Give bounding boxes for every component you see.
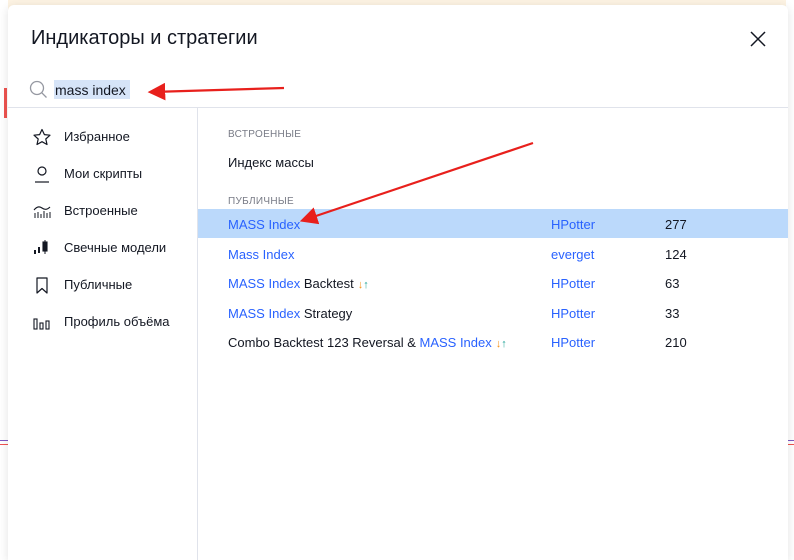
- section-header-public: ПУБЛИЧНЫЕ: [228, 196, 294, 207]
- volume-profile-icon: [33, 318, 50, 330]
- public-result-row[interactable]: MASS Index HPotter 277: [198, 209, 788, 238]
- section-header-builtin: ВСТРОЕННЫЕ: [228, 129, 302, 140]
- public-result-row[interactable]: Mass Index everget 124: [198, 239, 788, 268]
- result-name: MASS Index Backtest ↓↑: [228, 276, 369, 291]
- chart-candle: [4, 88, 7, 118]
- public-result-row[interactable]: MASS Index Strategy HPotter 33: [198, 298, 788, 327]
- result-author[interactable]: HPotter: [551, 276, 595, 291]
- result-likes: 63: [665, 276, 680, 291]
- result-author[interactable]: everget: [551, 247, 594, 262]
- chart-indicator-line: [0, 444, 8, 445]
- result-author[interactable]: HPotter: [551, 306, 595, 321]
- indicators-dialog: Индикаторы и стратегии Избранное Мои: [8, 5, 788, 560]
- result-likes: 210: [665, 335, 687, 350]
- star-icon: [33, 128, 51, 146]
- chart-indicator-line: [0, 440, 8, 441]
- result-likes: 277: [665, 217, 687, 232]
- result-author[interactable]: HPotter: [551, 335, 595, 350]
- sidebar-item-volume-profile[interactable]: Профиль объёма: [8, 306, 197, 338]
- builtin-result-item[interactable]: Индекс массы: [198, 148, 788, 176]
- dialog-header: Индикаторы и стратегии: [8, 5, 788, 71]
- dialog-title: Индикаторы и стратегии: [31, 27, 258, 49]
- result-name: Combo Backtest 123 Reversal & MASS Index…: [228, 335, 507, 350]
- sidebar-item-label: Мои скрипты: [64, 166, 143, 181]
- bookmark-icon: [36, 277, 48, 294]
- sidebar-item-label: Профиль объёма: [64, 314, 170, 329]
- strategy-arrows-icon: ↓↑: [495, 338, 507, 350]
- sidebar-item-my-scripts[interactable]: Мои скрипты: [8, 158, 197, 190]
- result-likes: 124: [665, 247, 687, 262]
- search-input[interactable]: [55, 81, 175, 99]
- result-name: Индекс массы: [228, 155, 314, 170]
- search-icon: [29, 80, 47, 98]
- result-name: MASS Index: [228, 217, 301, 232]
- sidebar-item-label: Избранное: [64, 129, 130, 144]
- builtin-chart-icon: [33, 206, 51, 218]
- sidebar-item-builtin[interactable]: Встроенные: [8, 195, 197, 227]
- public-result-row[interactable]: Combo Backtest 123 Reversal & MASS Index…: [198, 327, 788, 356]
- sidebar-item-favorites[interactable]: Избранное: [8, 121, 197, 153]
- result-author[interactable]: HPotter: [551, 217, 595, 232]
- sidebar-item-public[interactable]: Публичные: [8, 269, 197, 301]
- close-icon: [750, 31, 766, 47]
- sidebar-item-label: Свечные модели: [64, 240, 167, 255]
- results-panel: ВСТРОЕННЫЕ Индекс массы ПУБЛИЧНЫЕ MASS I…: [198, 108, 788, 560]
- sidebar-item-label: Встроенные: [64, 203, 138, 218]
- user-icon: [35, 166, 49, 183]
- result-name: Mass Index: [228, 247, 295, 262]
- chart-left-strip: [0, 0, 8, 560]
- sidebar: Избранное Мои скрипты Встроенные Свечные…: [8, 108, 198, 560]
- search-row: [8, 75, 788, 108]
- sidebar-item-candle-patterns[interactable]: Свечные модели: [8, 232, 197, 264]
- result-name: MASS Index Strategy: [228, 306, 353, 321]
- public-result-row[interactable]: MASS Index Backtest ↓↑ HPotter 63: [198, 268, 788, 297]
- candles-icon: [34, 240, 48, 254]
- strategy-arrows-icon: ↓↑: [357, 279, 369, 291]
- close-button[interactable]: [746, 27, 770, 51]
- sidebar-item-label: Публичные: [64, 277, 133, 292]
- result-likes: 33: [665, 306, 680, 321]
